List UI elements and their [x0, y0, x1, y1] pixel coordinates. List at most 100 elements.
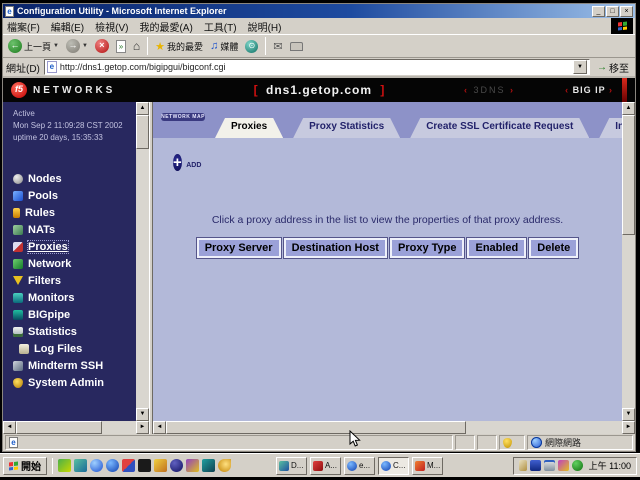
address-input[interactable]: e http://dns1.getop.com/bigipgui/bigconf… — [44, 59, 590, 75]
sidebar-item-mindterm-ssh[interactable]: Mindterm SSH — [3, 357, 136, 374]
scroll-up-icon[interactable]: ▲ — [136, 102, 149, 115]
print-icon — [290, 42, 303, 51]
forward-button[interactable]: → ▼ — [64, 38, 90, 54]
sidebar-item-rules[interactable]: Rules — [3, 204, 136, 221]
sidebar-item-system-admin[interactable]: System Admin — [3, 374, 136, 391]
scroll-left-icon[interactable]: ◄ — [153, 421, 166, 434]
nats-icon — [13, 225, 23, 235]
task-button-3[interactable]: e... — [344, 457, 375, 475]
address-dropdown-icon[interactable]: ▼ — [573, 60, 587, 74]
msn-icon[interactable] — [122, 459, 135, 472]
task-button-2[interactable]: A... — [310, 457, 341, 475]
sidebar-horizontal-scrollbar[interactable]: ◄ ► — [3, 421, 149, 434]
menu-help[interactable]: 說明(H) — [248, 19, 282, 34]
tab-proxies[interactable]: Proxies — [215, 118, 283, 138]
scroll-right-icon[interactable]: ► — [622, 421, 635, 434]
menu-favorites[interactable]: 我的最愛(A) — [139, 19, 192, 34]
sidebar-vertical-scrollbar[interactable]: ▲ ▼ — [136, 102, 149, 421]
history-button[interactable]: ⊙ — [243, 39, 260, 54]
outlook-express-icon[interactable] — [74, 459, 87, 472]
task-icon — [347, 461, 357, 471]
title-bar[interactable]: e Configuration Utility - Microsoft Inte… — [3, 4, 635, 18]
media-player-icon[interactable] — [170, 459, 183, 472]
sidebar-item-log-files[interactable]: Log Files — [3, 340, 136, 357]
scroll-right-icon[interactable]: ► — [136, 421, 149, 434]
volume-icon[interactable] — [519, 460, 527, 471]
sidebar-item-label: BIGpipe — [28, 309, 70, 321]
go-arrow-icon: → — [597, 62, 607, 73]
rules-icon — [13, 208, 20, 218]
menu-edit[interactable]: 編輯(E) — [51, 19, 84, 34]
scroll-left-icon[interactable]: ◄ — [3, 421, 16, 434]
instruction-text: Click a proxy address in the list to vie… — [153, 214, 622, 226]
forward-dropdown-icon[interactable]: ▼ — [82, 43, 88, 49]
close-button[interactable]: × — [620, 6, 633, 17]
statistics-icon — [13, 327, 23, 337]
mail-button[interactable]: ✉ — [271, 39, 284, 54]
internet-explorer-icon[interactable] — [106, 459, 119, 472]
winamp-icon[interactable] — [186, 459, 199, 472]
realplayer-icon[interactable] — [202, 459, 215, 472]
sidebar-item-filters[interactable]: Filters — [3, 272, 136, 289]
scrollbar-thumb[interactable] — [166, 421, 466, 434]
f5-banner: f5 NETWORKS [ dns1.getop.com ] ‹ 3DNS › … — [3, 78, 635, 102]
command-prompt-icon[interactable] — [138, 459, 151, 472]
content-vertical-scrollbar[interactable]: ▲ ▼ — [622, 102, 635, 421]
menu-view[interactable]: 檢視(V) — [95, 19, 128, 34]
scroll-down-icon[interactable]: ▼ — [622, 408, 635, 421]
back-button[interactable]: ← 上一頁 ▼ — [6, 38, 61, 54]
antivirus-icon[interactable] — [572, 460, 583, 471]
messenger-icon[interactable] — [530, 460, 541, 471]
sidebar-item-statistics[interactable]: Statistics — [3, 323, 136, 340]
display-icon[interactable] — [544, 460, 555, 471]
scrollbar-thumb[interactable] — [16, 421, 102, 434]
favorites-label: 我的最愛 — [167, 40, 203, 53]
task-icon — [279, 461, 289, 471]
go-button[interactable]: → 移至 — [594, 59, 632, 75]
task-label: A... — [325, 461, 337, 470]
home-button[interactable]: ⌂ — [131, 38, 142, 54]
sidebar-item-nats[interactable]: NATs — [3, 221, 136, 238]
browser-globe-icon[interactable] — [90, 459, 103, 472]
back-dropdown-icon[interactable]: ▼ — [53, 43, 59, 49]
add-proxy-button[interactable]: + ADD — [173, 150, 201, 175]
start-button[interactable]: 開始 — [3, 457, 47, 475]
sidebar-item-network[interactable]: Network — [3, 255, 136, 272]
task-button-5[interactable]: M... — [412, 457, 443, 475]
content-horizontal-scrollbar[interactable]: ◄ ► — [153, 421, 635, 434]
minimize-button[interactable]: _ — [592, 6, 605, 17]
scrollbar-thumb[interactable] — [622, 115, 635, 235]
sidebar-item-pools[interactable]: Pools — [3, 187, 136, 204]
windows-flag-icon — [618, 22, 627, 31]
status-segment — [477, 435, 497, 450]
scheduler-icon[interactable] — [558, 460, 569, 471]
desktop-screen: e Configuration Utility - Microsoft Inte… — [0, 0, 640, 480]
menu-tools[interactable]: 工具(T) — [204, 19, 237, 34]
status-zone-segment: 網際網路 — [527, 435, 633, 450]
sidebar-item-proxies[interactable]: Proxies — [3, 238, 136, 255]
media-button[interactable]: ♫ 媒體 — [208, 39, 240, 54]
tab-create-ssl-certificate-request[interactable]: Create SSL Certificate Request — [410, 118, 589, 138]
restore-button[interactable]: □ — [606, 6, 619, 17]
task-button-active[interactable]: C... — [378, 457, 409, 475]
menu-file[interactable]: 檔案(F) — [7, 19, 40, 34]
chevron-right-icon: › — [510, 85, 515, 95]
moon-icon[interactable] — [218, 459, 231, 472]
task-button-1[interactable]: D... — [276, 457, 307, 475]
scrollbar-thumb[interactable] — [136, 115, 149, 149]
editor-icon[interactable] — [154, 459, 167, 472]
stop-button[interactable]: × — [93, 38, 111, 54]
tab-bar: NETWORK MAP Proxies Proxy Statistics Cre… — [153, 102, 622, 138]
refresh-button[interactable]: » — [114, 39, 128, 54]
scroll-down-icon[interactable]: ▼ — [136, 408, 149, 421]
sidebar-item-nodes[interactable]: Nodes — [3, 170, 136, 187]
show-desktop-icon[interactable] — [58, 459, 71, 472]
favorites-button[interactable]: ★ 我的最愛 — [153, 39, 205, 54]
tab-install-ssl-certificate[interactable]: Install SSL Certif — [599, 118, 622, 138]
scroll-up-icon[interactable]: ▲ — [622, 102, 635, 115]
print-button[interactable] — [288, 41, 305, 52]
sidebar-item-monitors[interactable]: Monitors — [3, 289, 136, 306]
sidebar-item-bigpipe[interactable]: BIGpipe — [3, 306, 136, 323]
network-map-button[interactable]: NETWORK MAP — [161, 105, 205, 123]
tab-proxy-statistics[interactable]: Proxy Statistics — [293, 118, 400, 138]
